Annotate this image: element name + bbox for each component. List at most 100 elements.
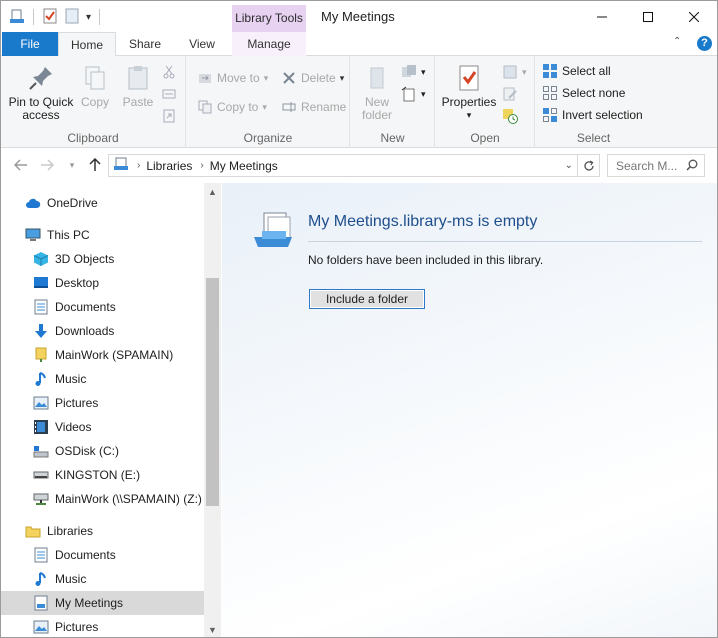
nav-item-library-music[interactable]: Music (1, 567, 204, 591)
move-to-label: Move to (217, 71, 260, 85)
properties-button[interactable]: Properties ▾ (440, 62, 498, 122)
copy-to-button[interactable]: Copy to ▾ (197, 97, 267, 117)
nav-item-label: Music (55, 572, 87, 586)
music-note-icon (33, 571, 49, 587)
copy-button[interactable]: Copy (77, 62, 113, 109)
search-input[interactable]: Search M... (607, 154, 705, 177)
breadcrumb-my-meetings[interactable]: My Meetings (210, 159, 278, 173)
paste-label: Paste (122, 95, 154, 109)
paste-button[interactable]: Paste (119, 62, 157, 109)
nav-item-music[interactable]: Music (1, 367, 204, 391)
scissors-icon (161, 64, 177, 80)
move-to-dropdown-icon: ▾ (263, 72, 269, 83)
nav-item-label: Downloads (55, 324, 115, 338)
nav-item-pictures[interactable]: Pictures (1, 391, 204, 415)
help-button[interactable]: ? (697, 36, 712, 51)
nav-item-3d-objects[interactable]: 3D Objects (1, 247, 204, 271)
delete-x-icon (281, 70, 297, 86)
invert-selection-button[interactable]: Invert selection (542, 105, 643, 125)
nav-item-kingston-e[interactable]: KINGSTON (E:) (1, 463, 204, 487)
nav-item-videos[interactable]: Videos (1, 415, 204, 439)
breadcrumb-separator-icon[interactable]: › (137, 160, 140, 171)
delete-dropdown-icon: ▾ (339, 72, 345, 83)
nav-item-label: This PC (47, 228, 90, 242)
tab-manage[interactable]: Manage (232, 32, 306, 56)
refresh-button[interactable] (578, 154, 600, 177)
nav-item-my-meetings[interactable]: My Meetings (1, 591, 204, 615)
back-arrow-icon[interactable] (11, 156, 31, 174)
computer-icon (25, 227, 41, 243)
open-dropdown-icon: ▾ (522, 66, 527, 77)
address-history-dropdown-icon[interactable]: ⌄ (565, 160, 573, 171)
edit-button[interactable] (502, 84, 518, 104)
rename-button[interactable]: Rename (281, 97, 346, 117)
nav-pane-scrollbar[interactable]: ▲ ▼ (204, 183, 221, 637)
nav-item-mainwork-spamain[interactable]: MainWork (SPAMAIN) (1, 343, 204, 367)
new-item-icon (401, 64, 417, 80)
navigation-pane: OneDrive This PC 3D Objects Desktop Docu… (1, 183, 221, 637)
cube-icon (33, 251, 49, 267)
properties-icon[interactable] (42, 8, 58, 27)
tab-view[interactable]: View (177, 32, 227, 56)
easy-access-button[interactable]: ▾ (401, 84, 426, 104)
tab-file[interactable]: File (2, 32, 58, 56)
content-area: My Meetings.library-ms is empty No folde… (222, 183, 717, 637)
pin-to-quick-access-button[interactable]: Pin to Quick access (7, 62, 75, 122)
history-button[interactable] (502, 106, 518, 126)
copy-path-button[interactable] (161, 84, 177, 104)
tab-share[interactable]: Share (121, 32, 169, 56)
scrollbar-thumb[interactable] (206, 278, 219, 506)
nav-item-libraries[interactable]: Libraries (1, 519, 204, 543)
scroll-up-arrow-icon[interactable]: ▲ (204, 183, 221, 200)
select-none-button[interactable]: Select none (542, 83, 625, 103)
nav-item-downloads[interactable]: Downloads (1, 319, 204, 343)
nav-item-mainwork-z[interactable]: MainWork (\\SPAMAIN) (Z:) (1, 487, 204, 511)
tab-home[interactable]: Home (58, 32, 116, 57)
recent-locations-chevron-icon[interactable]: ▾ (65, 156, 79, 174)
paste-shortcut-icon (161, 108, 177, 124)
up-arrow-icon[interactable] (85, 156, 105, 174)
pictures-icon (33, 395, 49, 411)
breadcrumb-separator-icon[interactable]: › (200, 160, 203, 171)
rename-icon (281, 99, 297, 115)
delete-button[interactable]: Delete ▾ (281, 68, 344, 88)
copy-to-icon (197, 99, 213, 115)
close-button[interactable] (671, 1, 717, 32)
new-item-button[interactable]: ▾ (401, 62, 426, 82)
new-folder-icon (361, 62, 393, 94)
easy-access-dropdown-icon: ▾ (421, 88, 426, 99)
nav-item-desktop[interactable]: Desktop (1, 271, 204, 295)
forward-arrow-icon[interactable] (37, 156, 57, 174)
pin-label: Pin to Quick access (8, 95, 74, 122)
select-none-label: Select none (562, 86, 626, 100)
cut-button[interactable] (161, 62, 177, 82)
open-button[interactable]: ▾ (502, 62, 527, 82)
move-to-button[interactable]: Move to ▾ (197, 68, 268, 88)
select-all-button[interactable]: Select all (542, 61, 611, 81)
nav-item-this-pc[interactable]: This PC (1, 223, 204, 247)
include-folder-button[interactable]: Include a folder (309, 289, 425, 309)
open-group-label: Open (470, 131, 500, 145)
nav-item-label: MainWork (\\SPAMAIN) (Z:) (55, 492, 202, 506)
search-icon[interactable] (686, 159, 698, 174)
new-folder-icon[interactable] (64, 8, 80, 27)
nav-item-documents[interactable]: Documents (1, 295, 204, 319)
library-location-icon (113, 156, 129, 175)
nav-item-osdisk-c[interactable]: OSDisk (C:) (1, 439, 204, 463)
maximize-button[interactable] (625, 1, 671, 32)
nav-item-label: Documents (55, 300, 116, 314)
nav-item-library-pictures[interactable]: Pictures (1, 615, 204, 637)
new-folder-button[interactable]: New folder (357, 62, 397, 122)
minimize-button[interactable] (579, 1, 625, 32)
download-arrow-icon (33, 323, 49, 339)
pictures-icon (33, 619, 49, 635)
expand-ribbon-chevron-icon[interactable]: ⌃ (673, 36, 681, 47)
scroll-down-arrow-icon[interactable]: ▼ (204, 621, 221, 637)
address-bar[interactable]: › Libraries › My Meetings ⌄ (108, 154, 578, 177)
nav-item-library-documents[interactable]: Documents (1, 543, 204, 567)
nav-item-onedrive[interactable]: OneDrive (1, 191, 204, 215)
breadcrumb-libraries[interactable]: Libraries (146, 159, 192, 173)
paste-shortcut-button[interactable] (161, 106, 177, 126)
empty-library-title: My Meetings.library-ms is empty (308, 213, 538, 230)
customize-toolbar-chevron-icon[interactable]: ▾ (86, 12, 91, 23)
